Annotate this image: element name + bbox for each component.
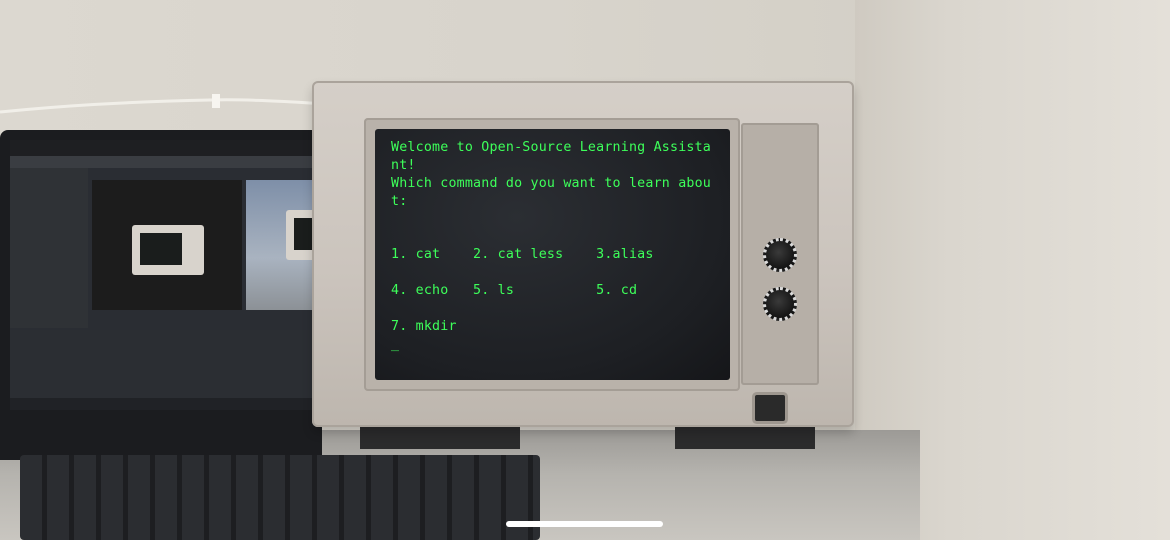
- editor-toolbar: [10, 156, 312, 168]
- terminal-line: Welcome to Open-Source Learning Assista: [391, 140, 712, 155]
- hierarchy-panel: [10, 168, 88, 328]
- terminal-output: Welcome to Open-Source Learning Assista …: [391, 139, 723, 354]
- cursor: _: [391, 336, 400, 352]
- taskbar: [10, 398, 312, 410]
- mini-tv-icon: [286, 210, 312, 260]
- knob-bottom-icon[interactable]: [763, 287, 797, 321]
- monitor-stand-left: [360, 427, 520, 449]
- laptop-keyboard: [20, 455, 540, 540]
- monitor-stand-right: [675, 427, 815, 449]
- wall-cable: [0, 94, 330, 114]
- menu-row-1: 1. cat 2. cat less 3.alias: [391, 247, 654, 263]
- terminal-line: Which command do you want to learn abou: [391, 175, 712, 191]
- terminal-line: nt!: [391, 157, 416, 173]
- scene-view: [246, 180, 312, 310]
- menu-row-3: 7. mkdir: [391, 318, 457, 334]
- control-panel: [741, 123, 819, 385]
- knob-top-icon[interactable]: [763, 238, 797, 272]
- editor-titlebar: [10, 140, 312, 156]
- crt-monitor: Welcome to Open-Source Learning Assista …: [312, 81, 854, 427]
- game-view: [92, 180, 242, 310]
- ar-camera-scene: Welcome to Open-Source Learning Assista …: [0, 0, 1170, 540]
- terminal-line: t:: [391, 193, 408, 209]
- terminal-screen[interactable]: Welcome to Open-Source Learning Assista …: [375, 129, 730, 380]
- laptop-screen: [10, 140, 312, 410]
- home-indicator[interactable]: [506, 521, 663, 527]
- menu-row-2: 4. echo 5. ls 5. cd: [391, 283, 638, 299]
- mini-tv-icon: [132, 225, 204, 275]
- laptop: [0, 130, 322, 460]
- power-button[interactable]: [755, 395, 785, 421]
- project-panel: [10, 330, 312, 400]
